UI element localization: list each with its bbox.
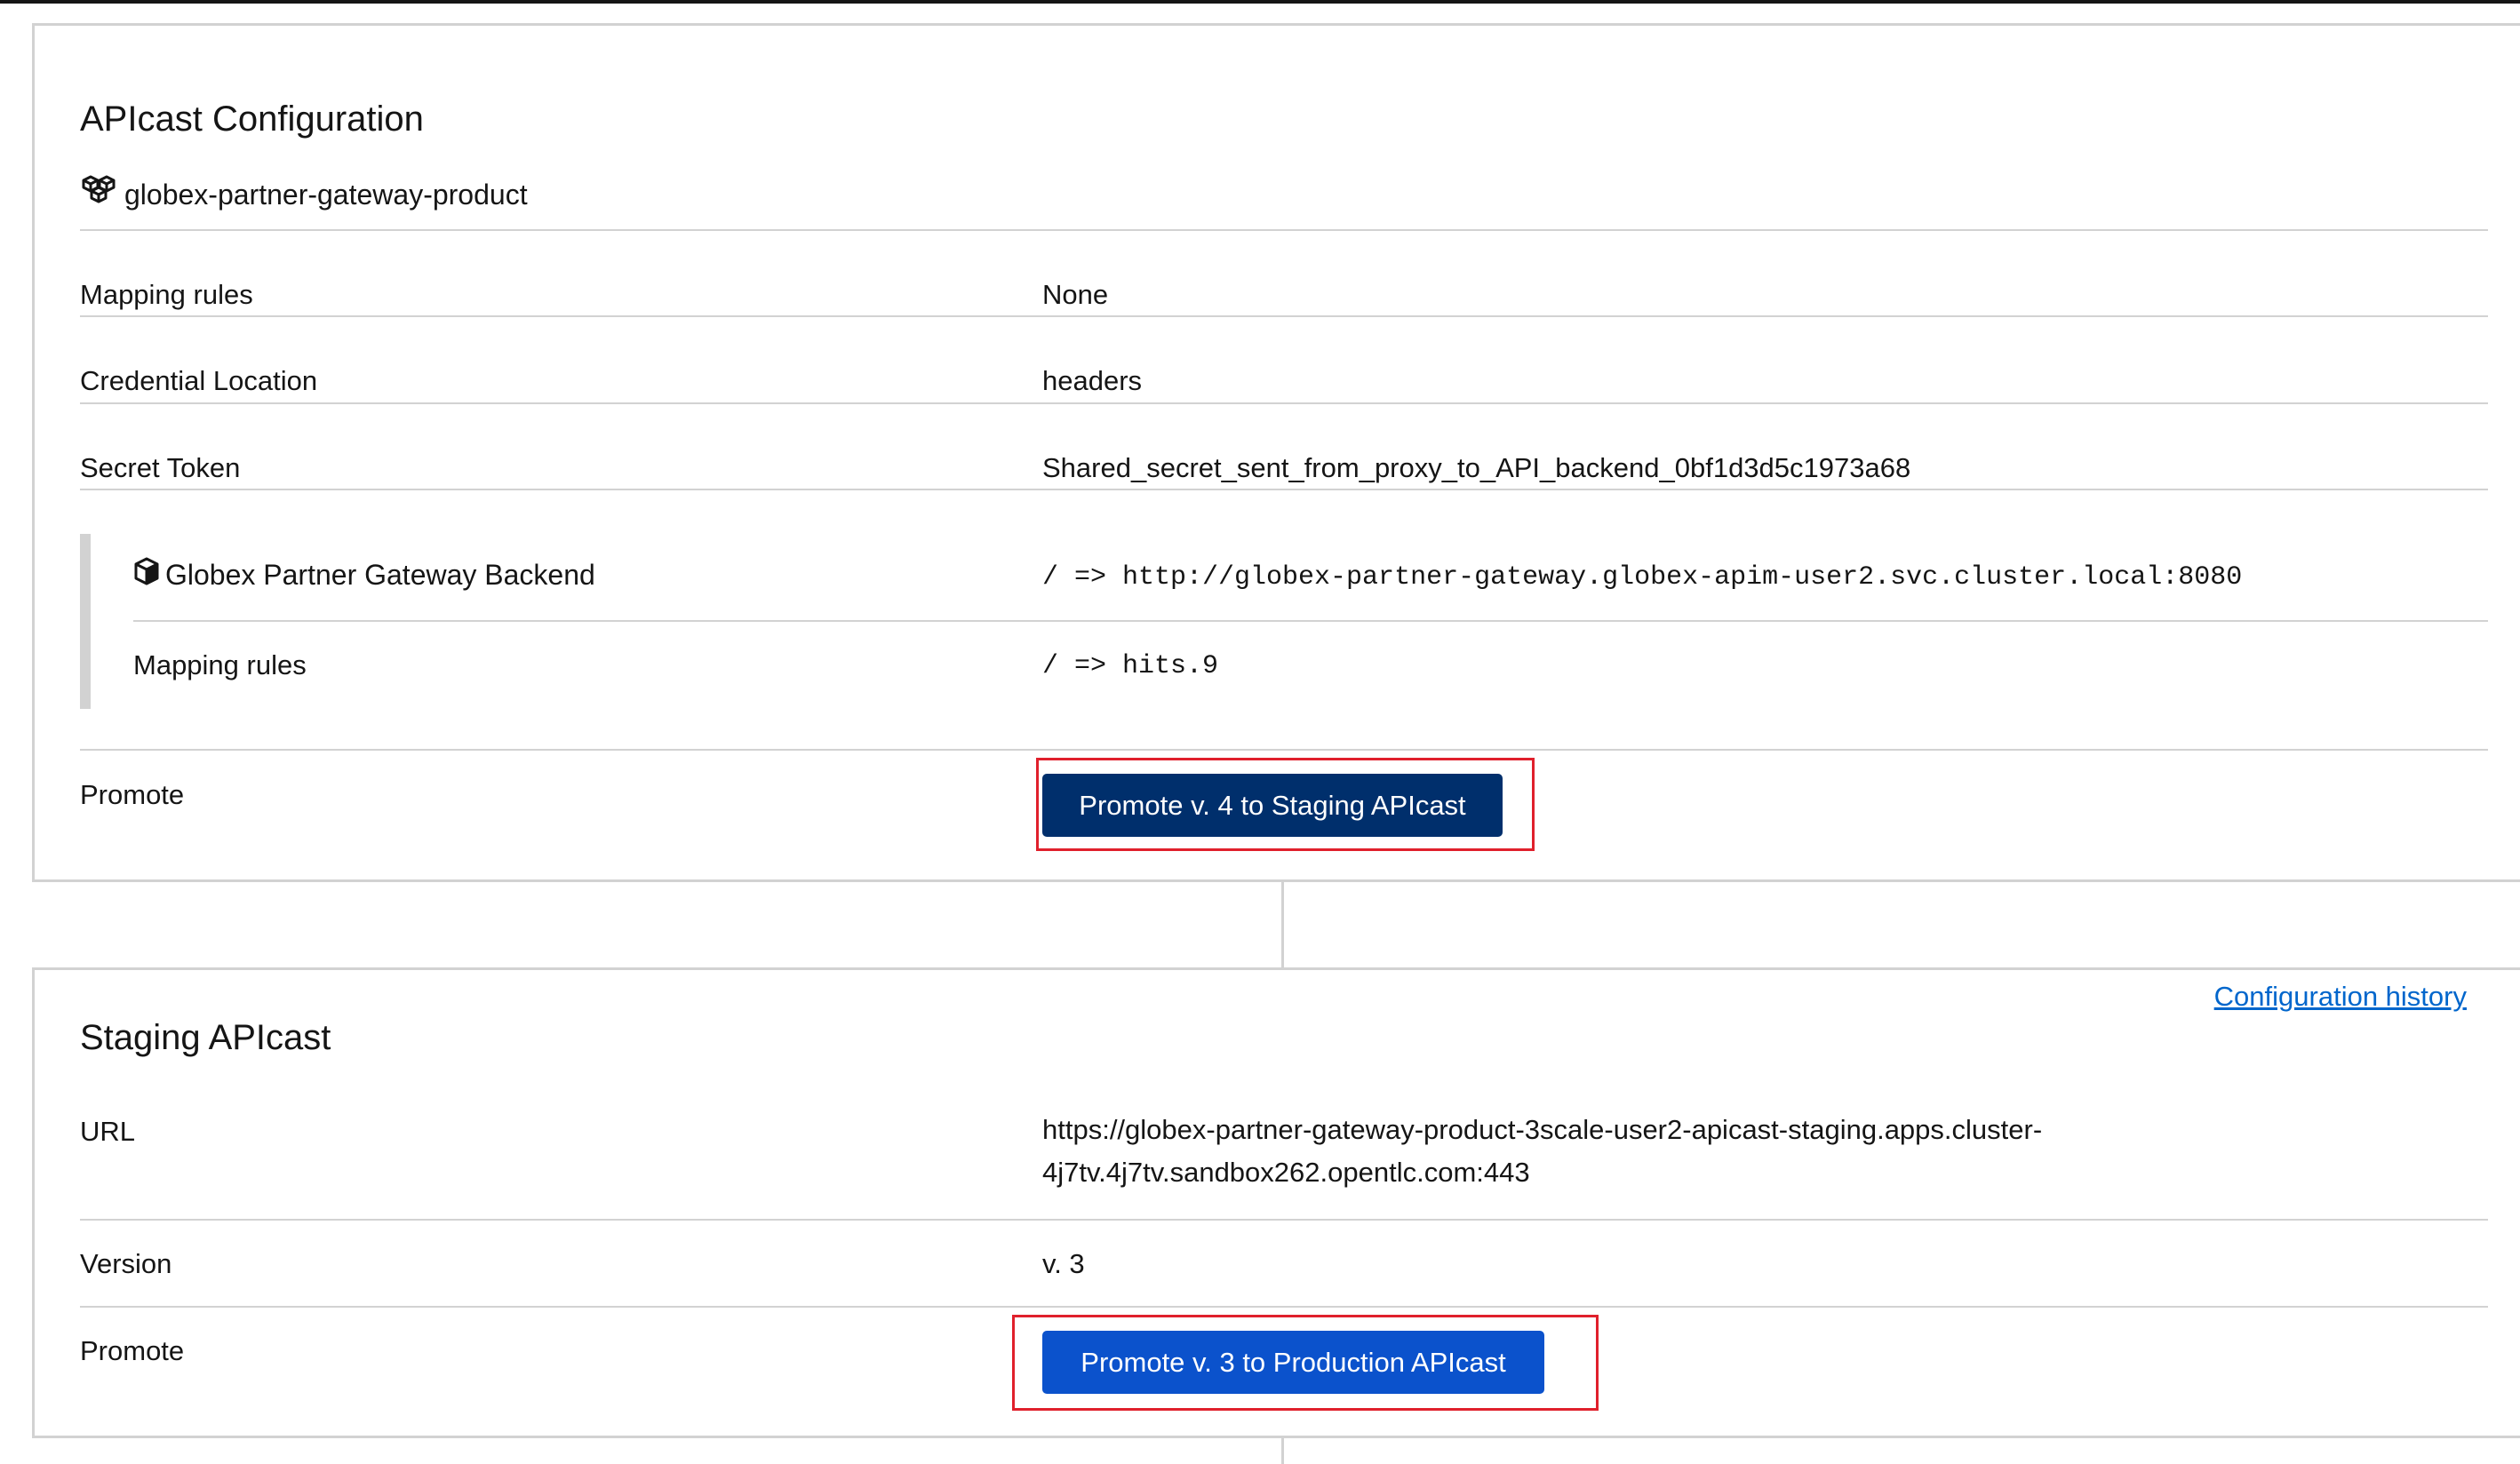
credential-location-value: headers — [1042, 365, 1143, 396]
promote-label: Promote — [80, 779, 185, 810]
product-header: globex-partner-gateway-product — [80, 168, 528, 221]
url-value: https://globex-partner-gateway-product-3… — [1042, 1114, 2043, 1188]
promote-to-production-button[interactable]: Promote v. 3 to Production APIcast — [1042, 1331, 1544, 1394]
product-name: globex-partner-gateway-product — [124, 178, 528, 211]
divider — [80, 1219, 2488, 1221]
divider — [80, 1306, 2488, 1308]
pipeline-connector — [1281, 882, 1284, 967]
divider — [80, 402, 2488, 404]
staging-apicast-card: Staging APIcast URL https://globex-partn… — [32, 967, 2520, 1438]
card-title: Staging APIcast — [80, 1018, 331, 1057]
version-label: Version — [80, 1248, 172, 1279]
backend-section-bar — [80, 534, 91, 709]
pipeline-connector — [1281, 1438, 1284, 1464]
promote-label: Promote — [80, 1335, 185, 1366]
card-title: APIcast Configuration — [80, 99, 424, 139]
divider — [80, 315, 2488, 317]
backend-mapping-rules-value: / => hits.9 — [1042, 651, 1219, 681]
cubes-icon — [80, 175, 124, 214]
backend-header: Globex Partner Gateway Backend — [133, 557, 595, 593]
secret-token-label: Secret Token — [80, 452, 241, 483]
top-border — [0, 0, 2520, 4]
mapping-rules-label: Mapping rules — [80, 279, 253, 310]
mapping-rules-value: None — [1042, 279, 1109, 310]
backend-name: Globex Partner Gateway Backend — [165, 558, 595, 591]
divider — [80, 489, 2488, 490]
apicast-configuration-card: APIcast Configuration globex-partner-gat… — [32, 23, 2520, 882]
backend-mapping-rules-label: Mapping rules — [133, 649, 307, 680]
promote-to-staging-button[interactable]: Promote v. 4 to Staging APIcast — [1042, 774, 1503, 837]
divider — [80, 749, 2488, 751]
divider — [133, 620, 2488, 622]
configuration-history-link[interactable]: Configuration history — [2214, 981, 2467, 1013]
version-value: v. 3 — [1042, 1248, 1085, 1279]
cube-icon — [133, 557, 165, 593]
secret-token-value: Shared_secret_sent_from_proxy_to_API_bac… — [1042, 452, 1911, 483]
backend-path-value: / => http://globex-partner-gateway.globe… — [1042, 562, 2243, 593]
divider — [80, 229, 2488, 231]
url-label: URL — [80, 1116, 136, 1147]
credential-location-label: Credential Location — [80, 365, 318, 396]
